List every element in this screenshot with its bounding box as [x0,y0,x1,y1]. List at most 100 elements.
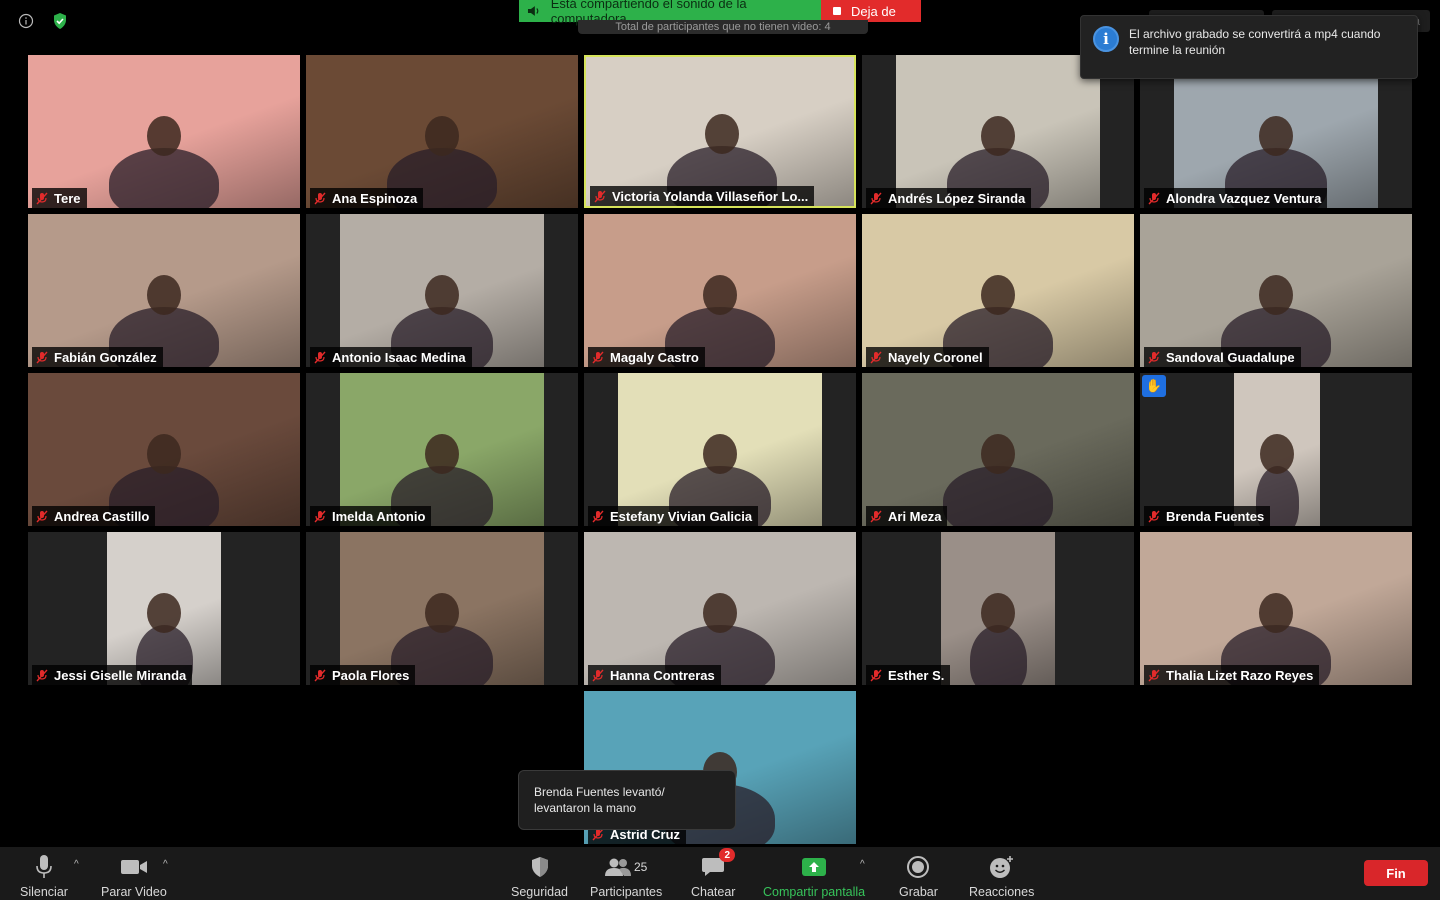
no-video-participants-ribbon[interactable]: Total de participantes que no tienen vid… [578,20,868,34]
video-feed [896,55,1100,208]
participants-button[interactable]: 25 Participantes [590,853,662,899]
video-tile[interactable]: Hanna Contreras [584,532,856,685]
video-feed [618,373,822,526]
participant-name-tag: Brenda Fuentes [1144,506,1271,526]
share-screen-button[interactable]: Compartir pantalla [763,853,865,899]
participant-name: Imelda Antonio [332,508,426,524]
hand-raised-notification[interactable]: Brenda Fuentes levantó/ levantaron la ma… [518,770,736,830]
muted-mic-icon [592,351,604,364]
participant-name: Esther S. [888,667,945,683]
participant-head [1259,116,1293,156]
mute-button[interactable]: Silenciar [20,853,68,899]
participant-head [703,593,737,633]
video-feed [340,373,544,526]
video-tile[interactable]: Jessi Giselle Miranda [28,532,300,685]
video-tile[interactable]: Magaly Castro [584,214,856,367]
participant-head [425,275,459,315]
microphone-icon [35,853,53,881]
video-tile[interactable]: Estefany Vivian Galicia [584,373,856,526]
chat-bubble-icon: 2 [701,848,736,881]
video-tile[interactable]: Paola Flores [306,532,578,685]
participant-name: Paola Flores [332,667,410,683]
participant-name-tag: Jessi Giselle Miranda [32,665,193,685]
participant-name: Estefany Vivian Galicia [610,508,753,524]
participant-head [147,434,181,474]
record-button[interactable]: Grabar [899,853,938,899]
chat-button[interactable]: 2 Chatear [691,848,736,899]
video-tile[interactable]: Fabián González [28,214,300,367]
muted-mic-icon [36,351,48,364]
video-tile[interactable]: Sandoval Guadalupe [1140,214,1412,367]
video-feed [1140,214,1412,367]
participant-name-tag: Sandoval Guadalupe [1144,347,1301,367]
participant-name: Ana Espinoza [332,190,418,206]
video-feed [1140,532,1412,685]
video-tile[interactable]: Ari Meza [862,373,1134,526]
stop-video-button[interactable]: Parar Video [101,853,167,899]
video-tile[interactable]: Esther S. [862,532,1134,685]
participant-name: Sandoval Guadalupe [1166,349,1295,365]
mute-label: Silenciar [20,885,68,899]
toast-message: El archivo grabado se convertirá a mp4 c… [1129,27,1381,57]
video-tile[interactable]: Antonio Isaac Medina [306,214,578,367]
participant-name: Alondra Vazquez Ventura [1166,190,1322,206]
video-camera-icon [120,853,148,881]
reactions-button[interactable]: Reacciones [969,853,1034,899]
video-tile[interactable]: Imelda Antonio [306,373,578,526]
participant-name-tag: Fabián González [32,347,163,367]
participant-head [425,593,459,633]
sharing-status: Está compartiendo el sonido de la comput… [519,0,821,26]
participant-head [425,434,459,474]
participant-name-tag: Paola Flores [310,665,416,685]
participant-name: Nayely Coronel [888,349,983,365]
shield-check-icon[interactable] [50,11,70,31]
participant-name: Thalia Lizet Razo Reyes [1166,667,1314,683]
recording-toast: i El archivo grabado se convertirá a mp4… [1080,15,1418,79]
muted-mic-icon [1148,510,1160,523]
video-tile[interactable]: Victoria Yolanda Villaseñor Lo... [584,55,856,208]
participant-name-tag: Ana Espinoza [310,188,424,208]
video-tile[interactable]: Thalia Lizet Razo Reyes [1140,532,1412,685]
meeting-toolbar: Silenciar ^ Parar Video ^ Seguridad 25 P… [0,847,1440,900]
video-tile[interactable]: Nayely Coronel [862,214,1134,367]
stop-video-label: Parar Video [101,885,167,899]
participants-icon: 25 [604,853,647,881]
participant-name: Hanna Contreras [610,667,715,683]
muted-mic-icon [594,190,606,203]
video-tile[interactable]: Tere [28,55,300,208]
participant-name-tag: Tere [32,188,87,208]
participant-name: Andrés López Siranda [888,190,1026,206]
stop-share-button[interactable]: Deja de [821,0,921,22]
participant-head [703,275,737,315]
participant-name-tag: Hanna Contreras [588,665,721,685]
participant-name-tag: Magaly Castro [588,347,705,367]
participant-head [1260,434,1294,474]
participant-head [981,593,1015,633]
video-feed [28,214,300,367]
muted-mic-icon [592,510,604,523]
participant-head [147,275,181,315]
share-screen-label: Compartir pantalla [763,885,866,899]
share-options-caret[interactable]: ^ [860,859,865,870]
video-tile[interactable]: Andrea Castillo [28,373,300,526]
security-button[interactable]: Seguridad [511,853,568,899]
audio-options-caret[interactable]: ^ [74,859,79,870]
video-feed [306,55,578,208]
participant-name-tag: Thalia Lizet Razo Reyes [1144,665,1320,685]
info-icon[interactable] [16,11,36,31]
end-meeting-button[interactable]: Fin [1364,860,1428,886]
video-feed [862,214,1134,367]
participant-name: Antonio Isaac Medina [332,349,466,365]
participant-name: Victoria Yolanda Villaseñor Lo... [612,188,809,204]
stop-icon [833,7,841,15]
security-shield-icon [530,853,550,881]
video-options-caret[interactable]: ^ [163,859,168,870]
video-tile[interactable]: Ana Espinoza [306,55,578,208]
video-feed [340,532,544,685]
participant-name: Magaly Castro [610,349,699,365]
raised-hand-icon: ✋ [1142,375,1166,397]
participant-name-tag: Ari Meza [866,506,948,526]
video-tile[interactable]: ✋ Brenda Fuentes [1140,373,1412,526]
screen-share-banner: Está compartiendo el sonido de la comput… [519,0,921,26]
muted-mic-icon [870,351,882,364]
